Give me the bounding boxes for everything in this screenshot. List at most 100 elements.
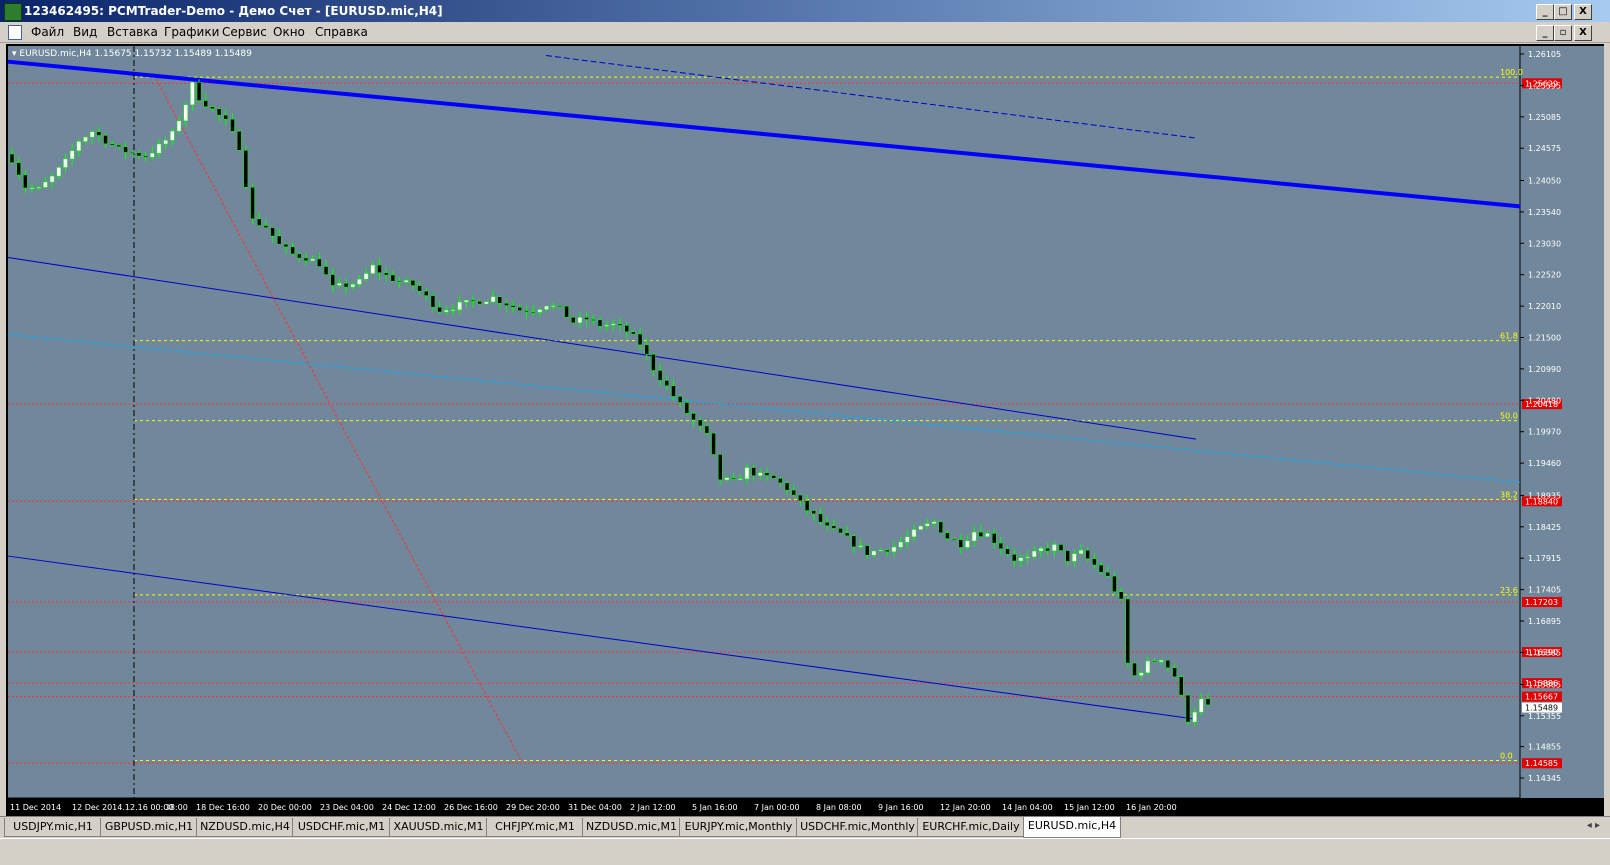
candle-body <box>484 301 489 305</box>
candle-body <box>370 264 376 274</box>
mdi-close-button[interactable]: X <box>1574 25 1592 41</box>
candle-body <box>1112 575 1117 592</box>
candle-body <box>123 146 128 153</box>
candle-body <box>1011 554 1017 562</box>
candle-body <box>1185 694 1191 723</box>
candle-body <box>444 309 449 313</box>
chart-tab[interactable]: EURJPY.mic,Monthly <box>679 818 798 837</box>
candle-body <box>297 253 302 259</box>
candle-body <box>744 467 750 480</box>
price-tick-label: 1.15865 <box>1528 680 1561 689</box>
candle-body <box>778 478 783 484</box>
chart-tab[interactable]: CHFJPY.mic,M1 <box>486 818 584 837</box>
candle-body <box>597 319 603 327</box>
candle-body <box>497 296 503 304</box>
candle-body <box>236 131 242 151</box>
candle-body <box>971 531 977 542</box>
candle-body <box>911 529 917 538</box>
time-tick-label: 23 Dec 04:00 <box>320 803 374 812</box>
time-tick-label: 31 Dec 04:00 <box>568 803 622 812</box>
candle-body <box>530 311 536 314</box>
chart-tab[interactable]: EURUSD.mic,H4 <box>1023 817 1121 838</box>
candle-body <box>29 187 35 190</box>
candle-body <box>256 218 262 226</box>
price-tick-label: 1.16895 <box>1528 617 1561 626</box>
menu-insert[interactable]: Вставка <box>107 25 158 39</box>
menu-window[interactable]: Окно <box>273 25 305 39</box>
candle-body <box>250 187 255 220</box>
candle-body <box>965 540 970 548</box>
candle-body <box>1025 556 1030 559</box>
candle-body <box>844 532 850 537</box>
tab-scroll-arrows[interactable]: ◂ ▸ <box>1587 820 1600 831</box>
candle-body <box>437 306 442 313</box>
maximize-button[interactable]: □ <box>1554 4 1572 20</box>
price-tick-label: 1.26105 <box>1528 50 1561 59</box>
candle-body <box>1138 672 1144 676</box>
close-button[interactable]: X <box>1574 4 1592 20</box>
candle-body <box>1132 662 1137 676</box>
candle-body <box>457 301 462 311</box>
candle-body <box>1005 548 1010 555</box>
price-chart[interactable]: 1.256291.204181.188401.172031.163901.158… <box>6 44 1604 816</box>
candle-body <box>1072 553 1077 562</box>
candle-body <box>190 82 195 106</box>
time-tick-label: 9 Jan 16:00 <box>878 803 924 812</box>
chart-doc-icon[interactable] <box>8 25 22 40</box>
time-tick-label: 12 Jan 20:00 <box>940 803 991 812</box>
current-price-label: 1.15489 <box>1525 704 1558 713</box>
chart-tab[interactable]: EURCHF.mic,Daily <box>917 818 1025 837</box>
plot-area[interactable] <box>8 46 1520 798</box>
candle-body <box>571 317 576 324</box>
price-tick-label: 1.18425 <box>1528 523 1561 532</box>
candle-body <box>1105 572 1111 577</box>
candle-body <box>1145 660 1151 674</box>
candle-body <box>510 305 516 308</box>
price-tick-label: 1.22520 <box>1528 271 1561 280</box>
candle-body <box>858 545 863 548</box>
candle-body <box>504 303 509 306</box>
candle-body <box>1038 548 1044 552</box>
mdi-minimize-button[interactable]: _ <box>1536 25 1554 41</box>
chart-tab[interactable]: USDJPY.mic,H1 <box>4 818 102 837</box>
price-tick-label: 1.16385 <box>1528 648 1561 657</box>
menu-service[interactable]: Сервис <box>222 25 267 39</box>
candle-body <box>1058 544 1064 551</box>
mdi-restore-button[interactable]: ▫ <box>1554 25 1572 41</box>
candle-body <box>150 152 155 158</box>
candle-body <box>109 143 115 146</box>
menu-file[interactable]: Файл <box>31 25 64 39</box>
chart-header: ▾ EURUSD.mic,H4 1.15675 1.15732 1.15489 … <box>12 49 252 59</box>
candle-body <box>631 331 636 335</box>
price-tick-label: 1.17915 <box>1528 554 1561 563</box>
minimize-button[interactable]: _ <box>1536 4 1554 20</box>
candle-body <box>871 550 877 556</box>
chart-tab[interactable]: GBPUSD.mic,H1 <box>100 818 198 837</box>
chart-tab[interactable]: NZDUSD.mic,M1 <box>582 818 681 837</box>
chart-tab[interactable]: USDCHF.mic,M1 <box>292 818 391 837</box>
candle-body <box>644 344 649 355</box>
chart-tab[interactable]: USDCHF.mic,Monthly <box>796 818 919 837</box>
candle-body <box>350 284 356 288</box>
candle-body <box>1078 550 1084 555</box>
candle-body <box>83 136 88 142</box>
chart-tab[interactable]: NZDUSD.mic,H4 <box>196 818 294 837</box>
candle-body <box>958 539 964 548</box>
candle-body <box>156 143 162 154</box>
menu-help[interactable]: Справка <box>315 25 368 39</box>
candle-body <box>56 167 62 177</box>
chart-window[interactable]: 1.25629 1.20418 1.18840 1.17203 1.16390 1.158… <box>6 44 1604 816</box>
price-tick-label: 1.23030 <box>1528 239 1561 248</box>
menu-view[interactable]: Вид <box>73 25 97 39</box>
candle-body <box>283 243 289 248</box>
chart-tab[interactable]: XAUUSD.mic,M1 <box>389 818 488 837</box>
candle-body <box>1125 598 1131 664</box>
time-tick-label: 16 Jan 20:00 <box>1126 803 1177 812</box>
candle-body <box>1098 564 1104 573</box>
menu-charts[interactable]: Графики <box>164 25 219 39</box>
candle-body <box>738 478 743 481</box>
candle-body <box>550 305 556 307</box>
candle-body <box>764 472 770 476</box>
candle-body <box>203 100 209 107</box>
candle-body <box>918 525 923 530</box>
